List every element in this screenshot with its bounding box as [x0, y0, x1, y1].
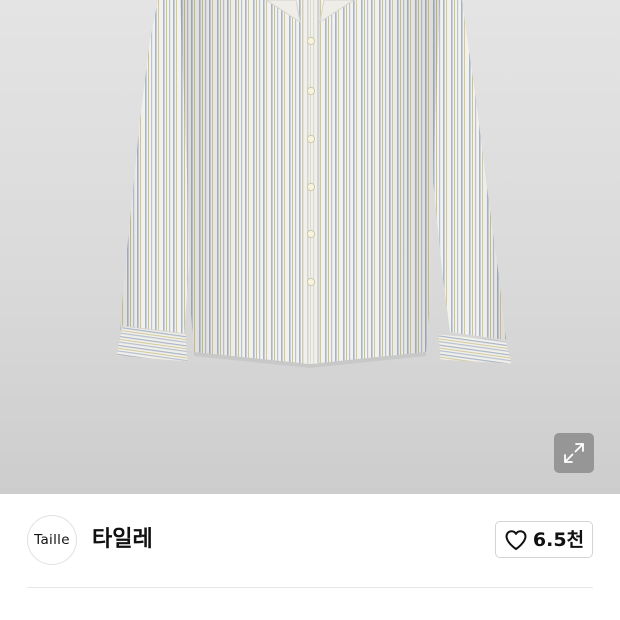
like-button[interactable]: 6.5천 [495, 521, 593, 558]
expand-arrows-icon [564, 443, 584, 463]
product-image[interactable] [0, 0, 620, 494]
section-divider [27, 587, 593, 588]
expand-image-button[interactable] [554, 433, 594, 473]
brand-logo-text: Taille [34, 532, 70, 548]
like-count: 6.5천 [532, 528, 585, 551]
shirt-photo [115, 0, 513, 368]
product-detail-page: Taille 타일레 6.5천 [0, 0, 620, 620]
clipped-text-line [27, 612, 307, 620]
brand-logo[interactable]: Taille [27, 515, 77, 565]
brand-name[interactable]: 타일레 [92, 525, 153, 555]
heart-outline-icon [505, 529, 527, 550]
brand-row: Taille 타일레 6.5천 [0, 494, 620, 588]
